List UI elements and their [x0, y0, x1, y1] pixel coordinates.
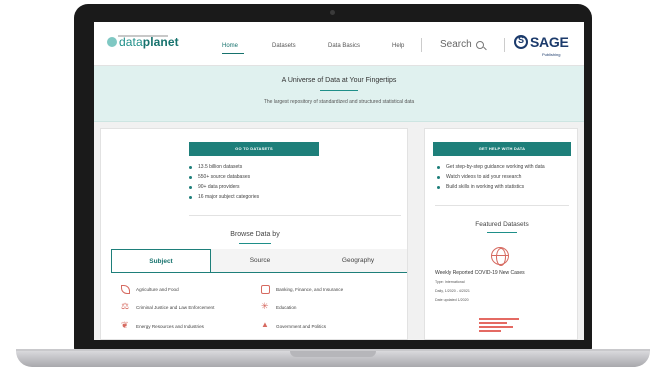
list-item: 16 major subject categories	[189, 192, 259, 202]
bar-chart-icon	[479, 318, 519, 334]
category-label: Agriculture and Food	[136, 287, 179, 292]
list-item: Get step-by-step guidance working with d…	[437, 162, 545, 172]
logo-tagline-line	[118, 35, 168, 37]
capitol-icon	[261, 320, 270, 331]
tab-geography[interactable]: Geography	[309, 249, 407, 272]
sage-wordmark: SAGE	[530, 34, 569, 50]
list-item: 550+ source databases	[189, 172, 259, 182]
help-card: GET HELP WITH DATA Get step-by-step guid…	[424, 128, 578, 340]
logo-text-bold: planet	[142, 35, 179, 49]
category-label: Education	[276, 305, 297, 310]
bar-chart-bar	[479, 330, 501, 332]
featured-title-underline	[487, 232, 517, 233]
laptop-notch	[290, 351, 376, 357]
section-divider	[435, 205, 569, 206]
tab-subject[interactable]: Subject	[111, 249, 211, 272]
site-header: dataplanet Home Datasets Data Basics Hel…	[94, 22, 584, 66]
featured-datasets-title: Featured Datasets	[475, 221, 529, 228]
nav-data-basics[interactable]: Data Basics	[328, 43, 360, 49]
hero-banner: A Universe of Data at Your Fingertips Th…	[94, 66, 584, 122]
go-to-datasets-button[interactable]: GO TO DATASETS	[189, 142, 319, 156]
lightbulb-icon	[261, 301, 270, 312]
list-item: 13.5 billion datasets	[189, 162, 259, 172]
category-criminal-justice[interactable]: Criminal Justice and Law Enforcement	[121, 301, 215, 312]
list-item: 90+ data providers	[189, 182, 259, 192]
dataplanet-logo[interactable]: dataplanet	[107, 35, 179, 49]
bar-chart-bar	[479, 318, 519, 320]
screen: dataplanet Home Datasets Data Basics Hel…	[94, 22, 584, 340]
search-icon	[475, 40, 484, 49]
globe-icon	[491, 247, 509, 266]
category-agriculture[interactable]: Agriculture and Food	[121, 285, 179, 294]
list-item: Watch videos to aid your research	[437, 172, 545, 182]
featured-dataset-type: Type: International	[435, 280, 465, 284]
nav-home[interactable]: Home	[222, 43, 238, 49]
category-label: Government and Politics	[276, 324, 327, 329]
bank-icon	[261, 285, 270, 294]
category-energy[interactable]: Energy Resources and Industries	[121, 320, 204, 331]
get-help-label: GET HELP WITH DATA	[478, 146, 526, 151]
camera-icon	[330, 10, 335, 15]
laptop-mockup: dataplanet Home Datasets Data Basics Hel…	[0, 0, 664, 372]
tab-source[interactable]: Source	[211, 249, 309, 272]
category-label: Criminal Justice and Law Enforcement	[136, 305, 215, 310]
datasets-bullet-list: 13.5 billion datasets 550+ source databa…	[189, 162, 259, 202]
wheat-icon	[121, 285, 130, 294]
featured-dataset-link[interactable]: Weekly Reported COVID-19 New Cases	[435, 270, 525, 276]
datasets-card: GO TO DATASETS 13.5 billion datasets 550…	[100, 128, 408, 340]
category-government[interactable]: Government and Politics	[261, 320, 327, 331]
browse-title-underline	[239, 243, 271, 244]
sage-ring-icon	[514, 35, 528, 49]
category-label: Banking, Finance, and Insurance	[276, 287, 344, 292]
sage-publishing-label: Publishing	[542, 52, 561, 57]
search-label: Search	[440, 39, 472, 50]
nav-active-underline	[222, 53, 244, 54]
category-banking[interactable]: Banking, Finance, and Insurance	[261, 285, 343, 294]
leaf-icon	[121, 320, 130, 331]
list-item: Build skills in working with statistics	[437, 182, 545, 192]
browse-tabs: Subject Source Geography	[111, 249, 407, 273]
planet-icon	[107, 37, 117, 47]
help-bullet-list: Get step-by-step guidance working with d…	[437, 162, 545, 192]
bar-chart-bar	[479, 326, 513, 328]
scales-icon	[121, 301, 130, 312]
search-button[interactable]: Search	[440, 39, 484, 50]
sage-logo[interactable]: SAGE	[514, 34, 569, 50]
browse-data-title: Browse Data by	[230, 231, 280, 238]
nav-help[interactable]: Help	[392, 43, 404, 49]
header-divider	[504, 38, 505, 52]
featured-dataset-range: Daily, 1/2020 - 4/2021	[435, 289, 470, 293]
section-divider	[189, 215, 401, 216]
go-to-datasets-label: GO TO DATASETS	[235, 146, 273, 151]
banner-title-underline	[320, 90, 358, 91]
nav-datasets[interactable]: Datasets	[272, 43, 296, 49]
logo-text-light: data	[119, 35, 143, 49]
banner-title: A Universe of Data at Your Fingertips	[281, 77, 397, 84]
banner-subtitle: The largest repository of standardized a…	[263, 99, 415, 105]
category-label: Energy Resources and Industries	[136, 324, 204, 329]
header-divider	[421, 38, 422, 52]
bar-chart-bar	[479, 322, 507, 324]
featured-dataset-updated: Date updated 1/2020	[435, 298, 469, 302]
category-education[interactable]: Education	[261, 301, 297, 312]
get-help-button[interactable]: GET HELP WITH DATA	[433, 142, 571, 156]
